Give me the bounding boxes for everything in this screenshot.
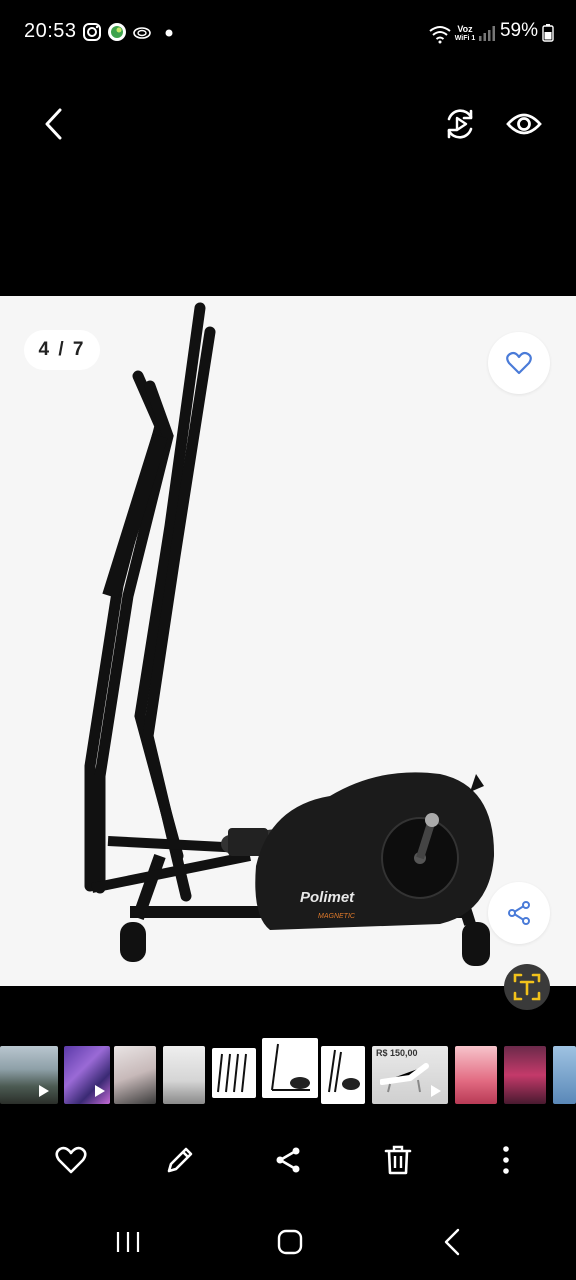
home-button[interactable] [266,1222,314,1262]
image-viewer[interactable]: Polimet MAGNETIC [0,296,576,986]
more-vertical-icon [503,1146,509,1174]
thumbnail-active[interactable] [262,1038,318,1098]
thumbnail-price: R$ 150,00 [376,1048,418,1058]
text-extract-button[interactable] [504,964,550,1010]
delete-button[interactable] [376,1138,420,1182]
battery-icon [542,24,554,42]
wifi-icon [429,26,451,44]
play-icon [431,1085,441,1097]
thumbnail[interactable] [455,1046,497,1104]
thumbnail[interactable] [114,1046,156,1104]
back-button[interactable] [34,104,74,144]
share-icon [276,1147,300,1173]
heart-icon [55,1146,87,1174]
nav-back-button[interactable] [428,1222,476,1262]
cloud-icon [133,27,151,39]
share-float-button[interactable] [488,882,550,944]
favourite-button[interactable] [49,1138,93,1182]
thumbnail[interactable] [0,1046,58,1104]
thumbnail[interactable] [163,1046,205,1104]
heart-icon [506,351,532,375]
brand-text: Polimet [300,889,355,906]
image-counter: 4 / 7 [24,330,100,370]
thumbnail[interactable] [553,1046,576,1104]
pencil-icon [167,1147,193,1173]
instagram-icon [83,23,101,41]
thumbnail[interactable] [212,1048,256,1098]
view-button[interactable] [504,104,544,144]
battery-percent: 59% [499,20,538,41]
thumbnail[interactable] [504,1046,546,1104]
chevron-left-icon [45,108,62,140]
trash-icon [384,1145,412,1175]
status-time: 20:53 [24,20,77,42]
recents-icon [116,1232,140,1252]
whatsapp-icon [108,23,126,41]
edit-button[interactable] [158,1138,202,1182]
thumbnail[interactable]: R$ 150,00 [372,1046,448,1104]
network-label: Voz WiFi 1 [454,24,476,42]
share-icon [508,901,530,925]
home-icon [277,1229,303,1255]
thumbnail[interactable] [64,1046,110,1104]
back-icon [444,1228,460,1256]
text-scan-icon [513,973,541,1001]
recents-button[interactable] [104,1222,152,1262]
dot-icon [165,29,173,37]
more-options-button[interactable] [484,1138,528,1182]
remaster-button[interactable] [440,104,480,144]
elliptical-trainer-image: Polimet MAGNETIC [84,302,495,966]
eye-icon [506,113,542,135]
play-icon [95,1085,105,1097]
subbrand-text: MAGNETIC [318,913,356,920]
signal-icon [479,26,495,41]
thumbnail[interactable] [321,1046,365,1104]
remaster-icon [447,109,473,139]
play-icon [39,1085,49,1097]
share-button[interactable] [266,1138,310,1182]
favourite-float-button[interactable] [488,332,550,394]
thumbnail-strip[interactable]: R$ 150,00 [0,1038,576,1106]
